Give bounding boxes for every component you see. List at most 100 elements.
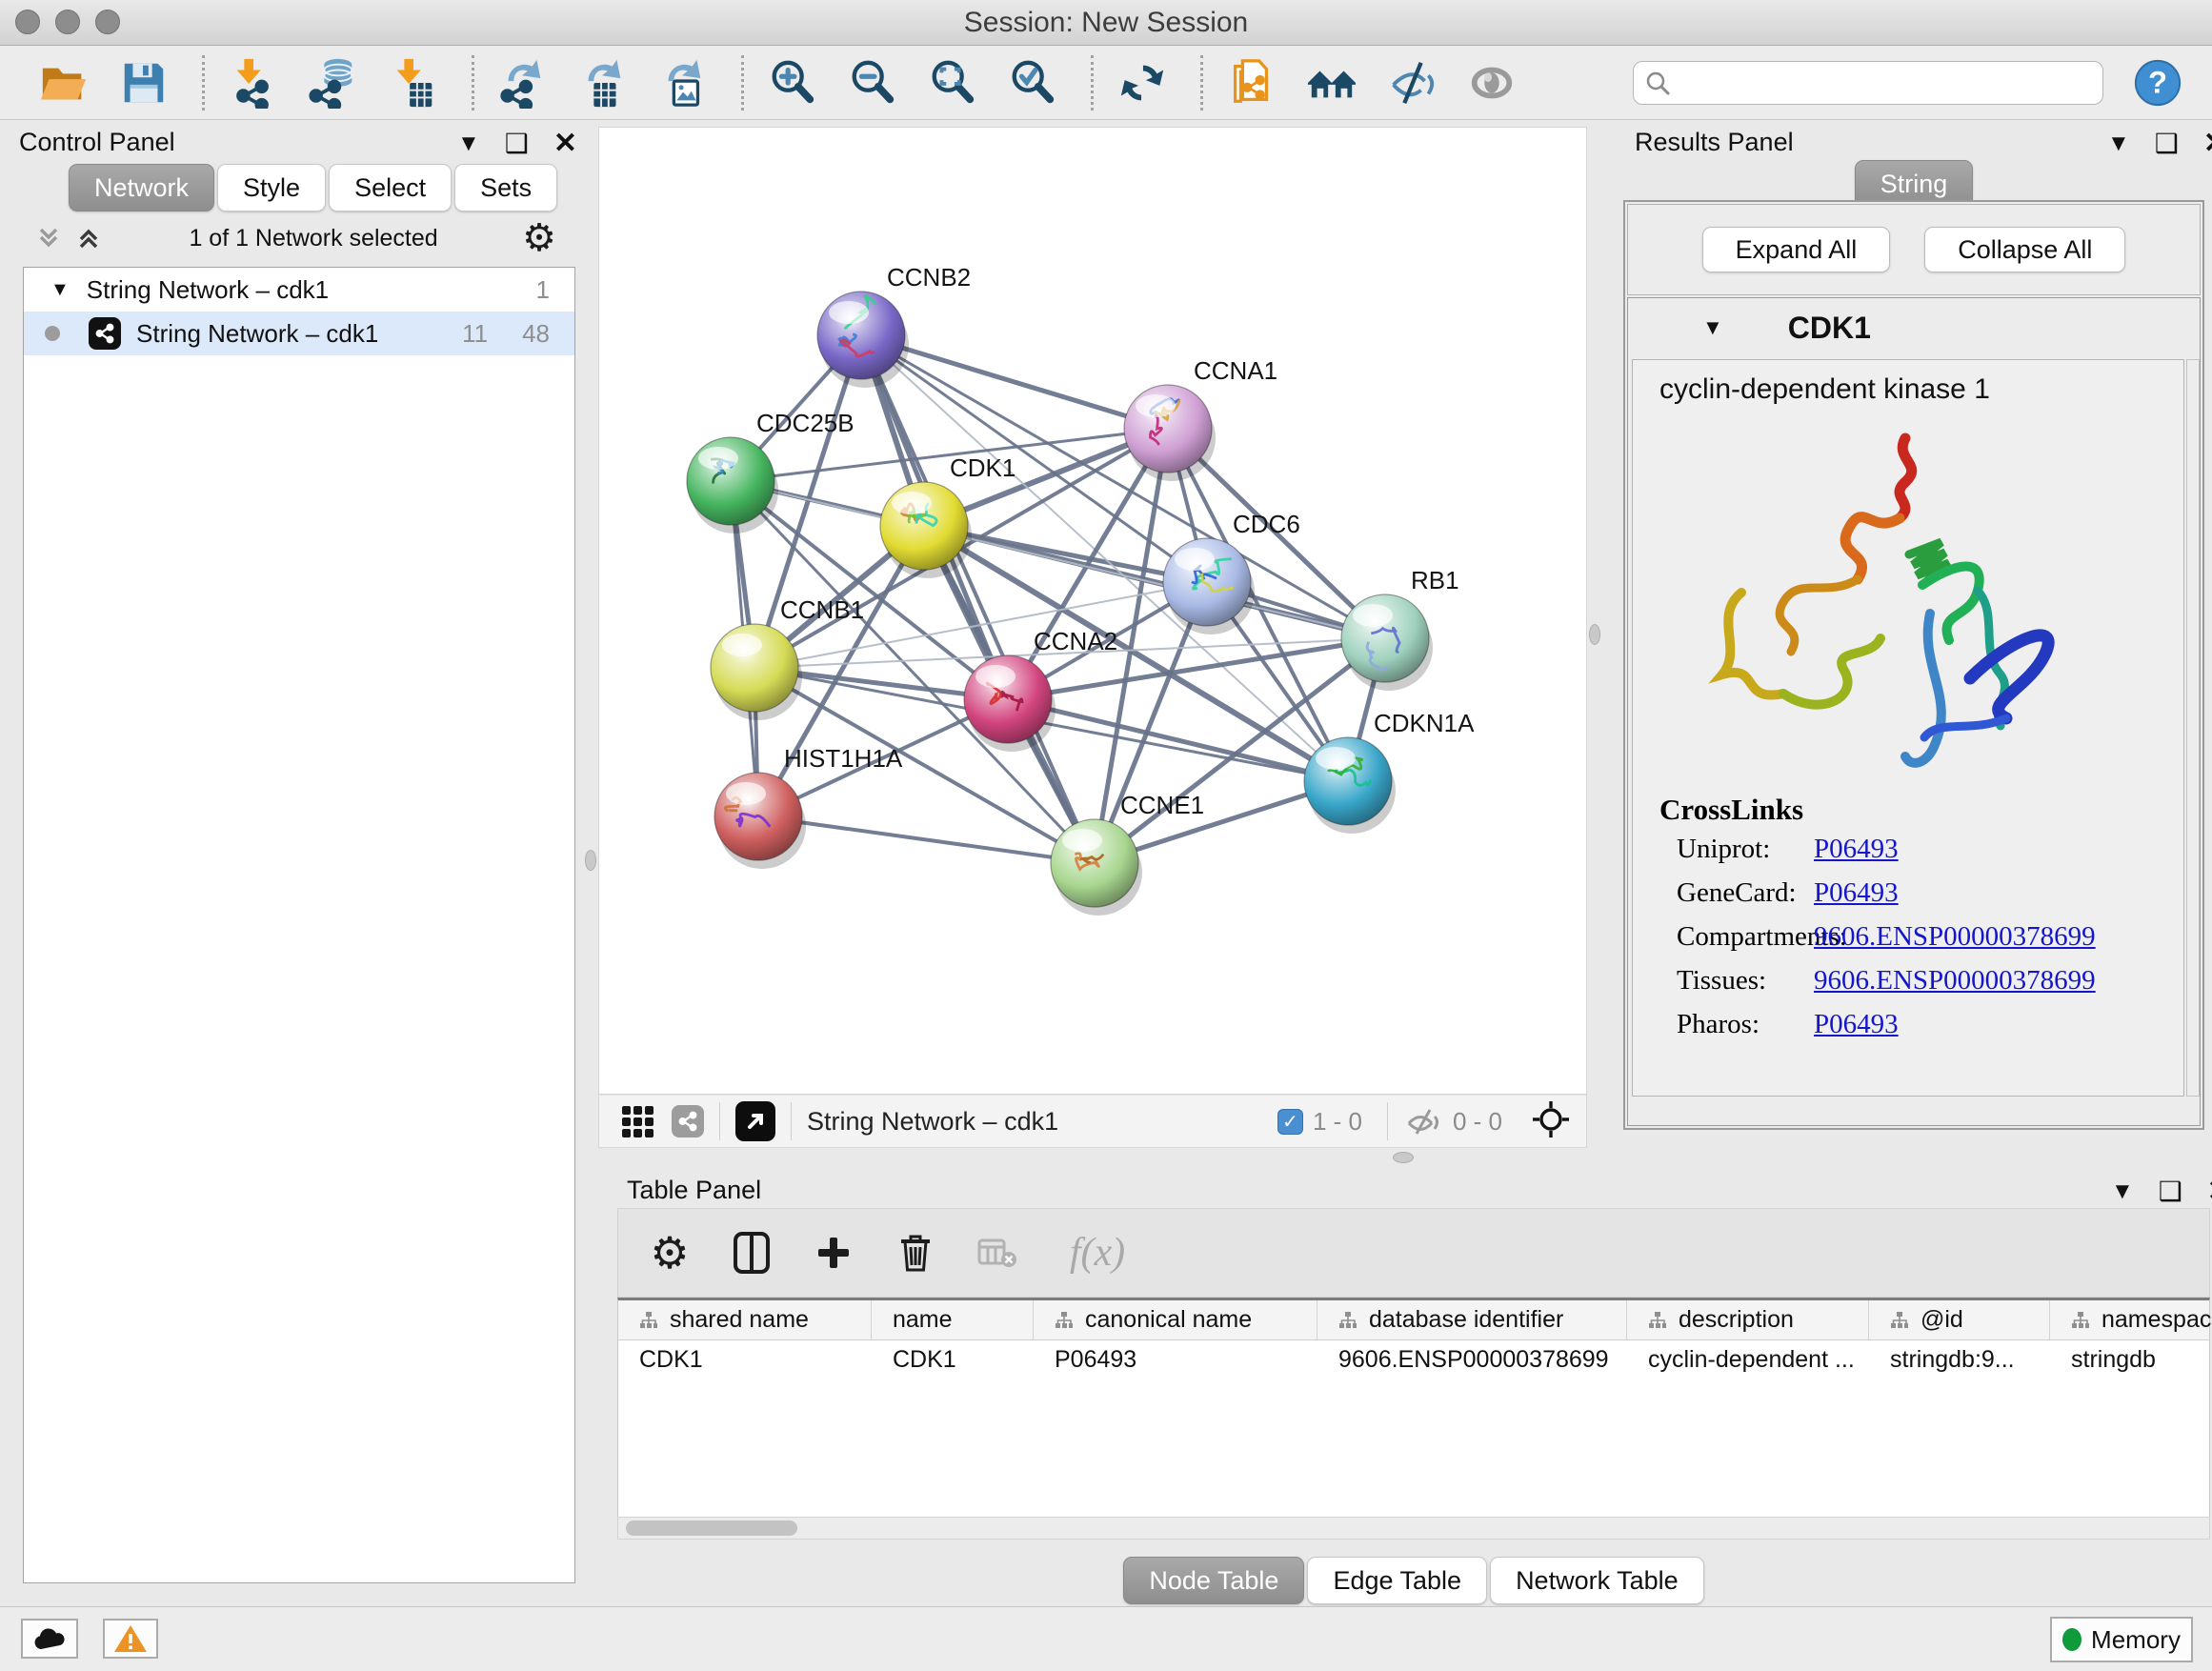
eye-slash-icon [1386, 57, 1438, 109]
table-options-button[interactable]: ⚙ [645, 1228, 694, 1278]
import-network-from-database-button[interactable] [304, 51, 363, 114]
open-session-button[interactable] [34, 51, 93, 114]
network-edge[interactable] [758, 816, 1095, 863]
import-table-from-file-button[interactable] [384, 51, 443, 114]
home-button[interactable] [1302, 51, 1361, 114]
refresh-button[interactable] [1113, 51, 1172, 114]
string-view-badge-icon[interactable] [672, 1105, 704, 1137]
save-session-button[interactable] [114, 51, 173, 114]
network-node-CDC25B[interactable] [687, 437, 778, 534]
zoom-selected-button[interactable] [1003, 51, 1062, 114]
network-options-gear-icon[interactable]: ⚙ [522, 219, 556, 257]
network-node-CDKN1A[interactable] [1304, 737, 1396, 834]
table-panel-float-icon[interactable]: ❑ [2159, 1178, 2182, 1205]
detach-view-button[interactable] [735, 1101, 775, 1141]
tab-node-table[interactable]: Node Table [1123, 1557, 1304, 1604]
column-header-shared-name[interactable]: shared name [618, 1300, 872, 1339]
bottom-splitter-handle[interactable] [1393, 1152, 1414, 1163]
expand-all-button[interactable]: Expand All [1702, 227, 1891, 272]
collapse-all-networks-icon[interactable] [32, 222, 65, 254]
crosslink-label: Uniprot: [1633, 834, 1814, 865]
network-tree-root-row[interactable]: ▼ String Network – cdk1 1 [24, 268, 574, 312]
table-hscrollbar-track[interactable] [617, 1517, 2210, 1540]
network-node-HIST1H1A[interactable] [714, 773, 806, 869]
network-node-CCNE1[interactable] [1051, 819, 1142, 916]
node-label-RB1: RB1 [1411, 566, 1459, 594]
table-panel-menu-icon[interactable]: ▼ [2111, 1180, 2134, 1203]
tab-style[interactable]: Style [217, 164, 326, 211]
close-window-button[interactable] [15, 10, 40, 34]
network-node-CCNA2[interactable] [964, 655, 1056, 752]
birds-eye-view-button[interactable] [613, 1097, 662, 1146]
zoom-window-button[interactable] [95, 10, 120, 34]
control-panel-float-icon[interactable]: ❑ [505, 131, 529, 157]
import-network-from-file-button[interactable] [224, 51, 283, 114]
tab-edge-table[interactable]: Edge Table [1307, 1557, 1487, 1604]
column-header-description[interactable]: description [1627, 1300, 1869, 1339]
column-header-namespace[interactable]: namespace [2050, 1300, 2212, 1339]
node-label-HIST1H1A: HIST1H1A [784, 744, 903, 773]
tab-network-table[interactable]: Network Table [1490, 1557, 1704, 1604]
search-input[interactable] [1672, 68, 2072, 97]
warnings-button[interactable] [103, 1619, 158, 1659]
zoom-out-button[interactable] [843, 51, 902, 114]
network-node-RB1[interactable] [1341, 594, 1433, 691]
export-image-button[interactable] [654, 51, 713, 114]
crosslink-uniprot-link[interactable]: P06493 [1814, 834, 1899, 865]
divider [719, 1102, 720, 1140]
zoom-in-button[interactable] [763, 51, 822, 114]
show-all-button[interactable] [1462, 51, 1521, 114]
crosslink-compartments-link[interactable]: 9606.ENSP00000378699 [1814, 921, 2096, 953]
collapse-triangle-icon[interactable]: ▼ [50, 279, 70, 301]
zoom-fit-button[interactable] [923, 51, 982, 114]
column-header-database-identifier[interactable]: database identifier [1317, 1300, 1627, 1339]
collapse-all-button[interactable]: Collapse All [1924, 227, 2125, 272]
network-node-CCNA1[interactable] [1124, 385, 1216, 481]
hide-selection-button[interactable] [1382, 51, 1441, 114]
table-hscrollbar-thumb[interactable] [626, 1520, 797, 1536]
node-section-header[interactable]: ▼ CDK1 [1628, 298, 2200, 357]
tab-network[interactable]: Network [69, 164, 214, 211]
crosslink-pharos-link[interactable]: P06493 [1814, 1009, 1899, 1040]
tab-sets[interactable]: Sets [454, 164, 557, 211]
results-panel-float-icon[interactable]: ❑ [2155, 131, 2179, 157]
network-node-CDK1[interactable] [880, 482, 972, 578]
cloud-status-button[interactable] [21, 1619, 78, 1659]
network-view-toolbar: String Network – cdk1 ✓ 1 - 0 0 - 0 [598, 1095, 1587, 1148]
section-collapse-triangle-icon[interactable]: ▼ [1702, 315, 1723, 340]
network-node-CCNB2[interactable] [817, 292, 909, 388]
function-builder-button-disabled: f(x) [1055, 1228, 1140, 1278]
column-header-id[interactable]: @id [1869, 1300, 2050, 1339]
table-row[interactable]: CDK1CDK1P064939606.ENSP00000378699cyclin… [618, 1340, 2209, 1379]
delete-column-button[interactable] [891, 1228, 940, 1278]
column-header-canonical-name[interactable]: canonical name [1034, 1300, 1317, 1339]
help-button[interactable]: ? [2128, 51, 2187, 114]
memory-button[interactable]: Memory [2050, 1617, 2193, 1662]
fit-content-button[interactable] [1531, 1099, 1571, 1144]
expand-all-networks-icon[interactable] [72, 222, 105, 254]
control-panel-close-icon[interactable]: ✕ [553, 130, 577, 158]
export-table-button[interactable] [573, 51, 633, 114]
minimize-window-button[interactable] [55, 10, 80, 34]
right-splitter-handle[interactable] [1589, 624, 1600, 645]
results-scrollbar-track[interactable] [2186, 359, 2200, 1097]
create-column-button[interactable] [809, 1228, 858, 1278]
tab-select[interactable]: Select [329, 164, 452, 211]
crosslink-tissues-link[interactable]: 9606.ENSP00000378699 [1814, 965, 2096, 997]
results-panel-menu-icon[interactable]: ▼ [2107, 132, 2130, 155]
network-canvas[interactable]: CCNB2CCNA1CDC25BCDK1CDC6RB1CCNB1CCNA2CDK… [598, 127, 1587, 1095]
network-edge[interactable] [861, 335, 1095, 863]
control-panel-menu-icon[interactable]: ▼ [457, 132, 480, 155]
export-network-button[interactable] [493, 51, 553, 114]
network-node-CDC6[interactable] [1163, 538, 1255, 634]
show-columns-button[interactable] [727, 1228, 776, 1278]
selected-checkbox-icon[interactable]: ✓ [1277, 1109, 1303, 1135]
network-tree-child-row[interactable]: String Network – cdk1 11 48 [24, 312, 574, 355]
share-session-button[interactable] [1222, 51, 1281, 114]
column-header-name[interactable]: name [872, 1300, 1034, 1339]
crosslink-genecard-link[interactable]: P06493 [1814, 877, 1899, 909]
results-panel-close-icon[interactable]: ✕ [2203, 130, 2212, 158]
hidden-eye-slash-icon[interactable] [1403, 1107, 1443, 1136]
table-panel-close-icon[interactable]: ✕ [2207, 1178, 2212, 1206]
left-splitter-handle[interactable] [585, 850, 596, 871]
